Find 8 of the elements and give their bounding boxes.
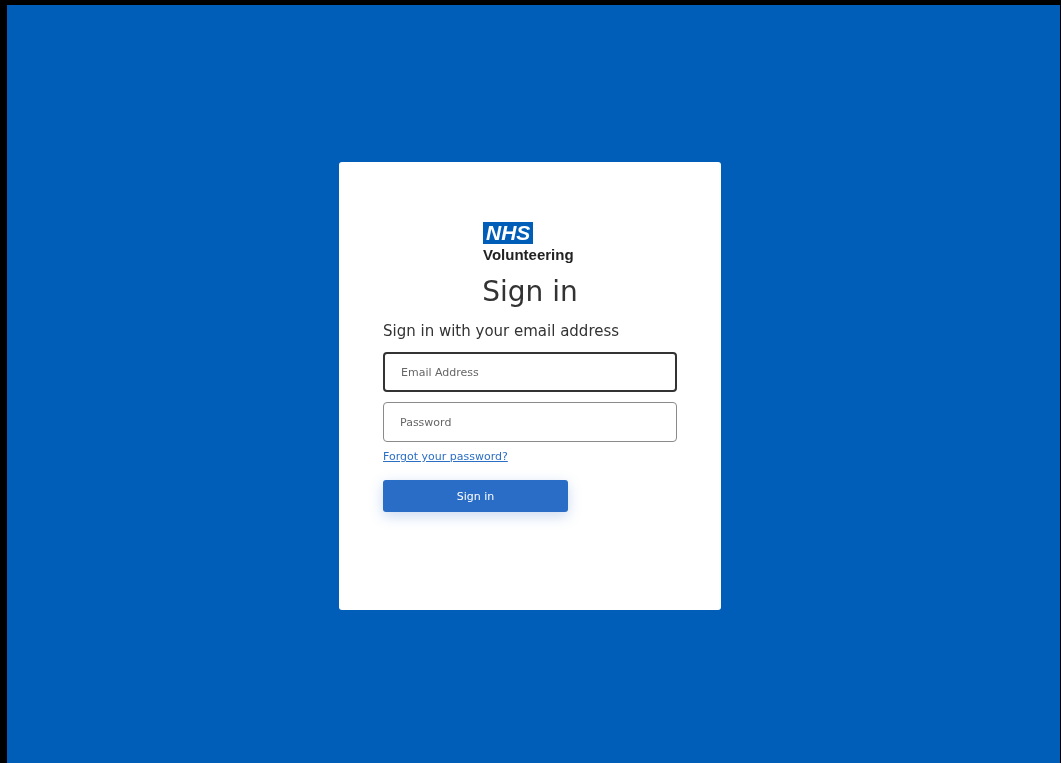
subtitle: Sign in with your email address <box>383 322 621 340</box>
page-title: Sign in <box>481 275 579 308</box>
sign-in-button[interactable]: Sign in <box>383 480 568 512</box>
input-field[interactable]: Password <box>383 402 677 442</box>
forgot-password-link[interactable]: Forgot your password? <box>383 450 508 463</box>
logo-badge: NHS <box>483 222 534 244</box>
input-field[interactable]: Email Address <box>383 352 677 392</box>
logo-name: Volunteering <box>483 246 574 263</box>
